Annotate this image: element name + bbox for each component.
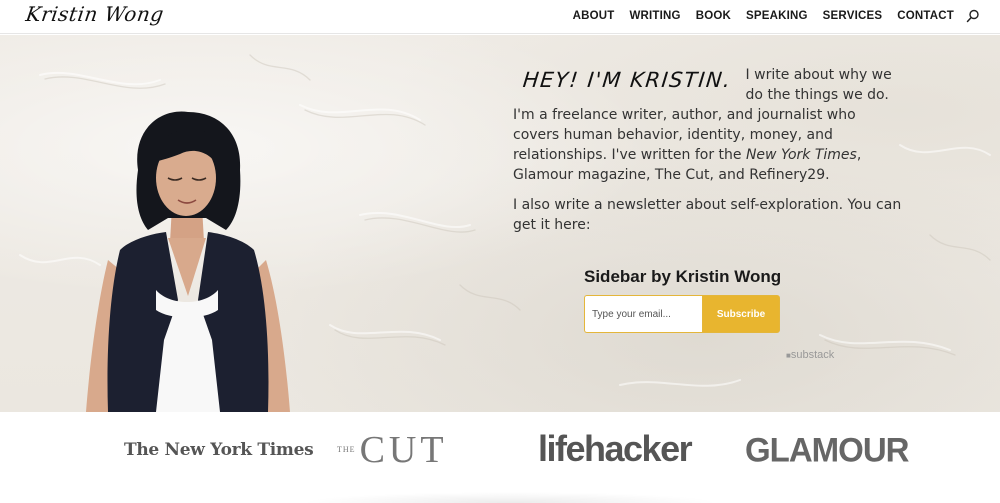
newsletter-title: Sidebar by Kristin Wong xyxy=(584,267,782,286)
search-icon[interactable] xyxy=(966,9,980,23)
subscribe-button[interactable]: Subscribe xyxy=(702,295,780,333)
the-cut-logo: THE CUT xyxy=(337,429,448,471)
nyt-logo: The New York Times xyxy=(124,440,314,460)
nav-speaking[interactable]: SPEAKING xyxy=(746,10,808,22)
nav-about[interactable]: ABOUT xyxy=(573,10,615,22)
nav-contact[interactable]: CONTACT xyxy=(897,10,954,22)
nyt-mention: New York Times xyxy=(745,147,857,163)
main-nav: ABOUT WRITING BOOK SPEAKING SERVICES CON… xyxy=(573,10,954,22)
lifehacker-logo: lifehacker xyxy=(538,428,693,469)
intro-paragraph-1: HEY! I'M KRISTIN. I write about why we do… xyxy=(513,67,892,183)
nav-writing[interactable]: WRITING xyxy=(629,10,680,22)
glamour-logo: GLAMOUR xyxy=(745,430,909,469)
press-logos: The New York Times THE CUT lifehacker GLA… xyxy=(0,412,1000,503)
site-logo[interactable]: Kristin Wong xyxy=(24,2,165,26)
site-header: Kristin Wong ABOUT WRITING BOOK SPEAKING… xyxy=(0,0,1000,34)
substack-link[interactable]: ■substack xyxy=(786,349,834,361)
bottom-shadow xyxy=(300,492,720,503)
intro-paragraph-2: I also write a newsletter about self-exp… xyxy=(513,197,902,233)
email-input[interactable] xyxy=(584,295,702,333)
portrait-photo xyxy=(86,111,290,412)
hero-section: HEY! I'M KRISTIN. I write about why we do… xyxy=(0,35,1000,412)
intro-text: HEY! I'M KRISTIN. I write about why we do… xyxy=(513,65,905,245)
nav-book[interactable]: BOOK xyxy=(696,10,731,22)
greeting-heading: HEY! I'M KRISTIN. xyxy=(521,68,733,92)
nav-services[interactable]: SERVICES xyxy=(823,10,883,22)
